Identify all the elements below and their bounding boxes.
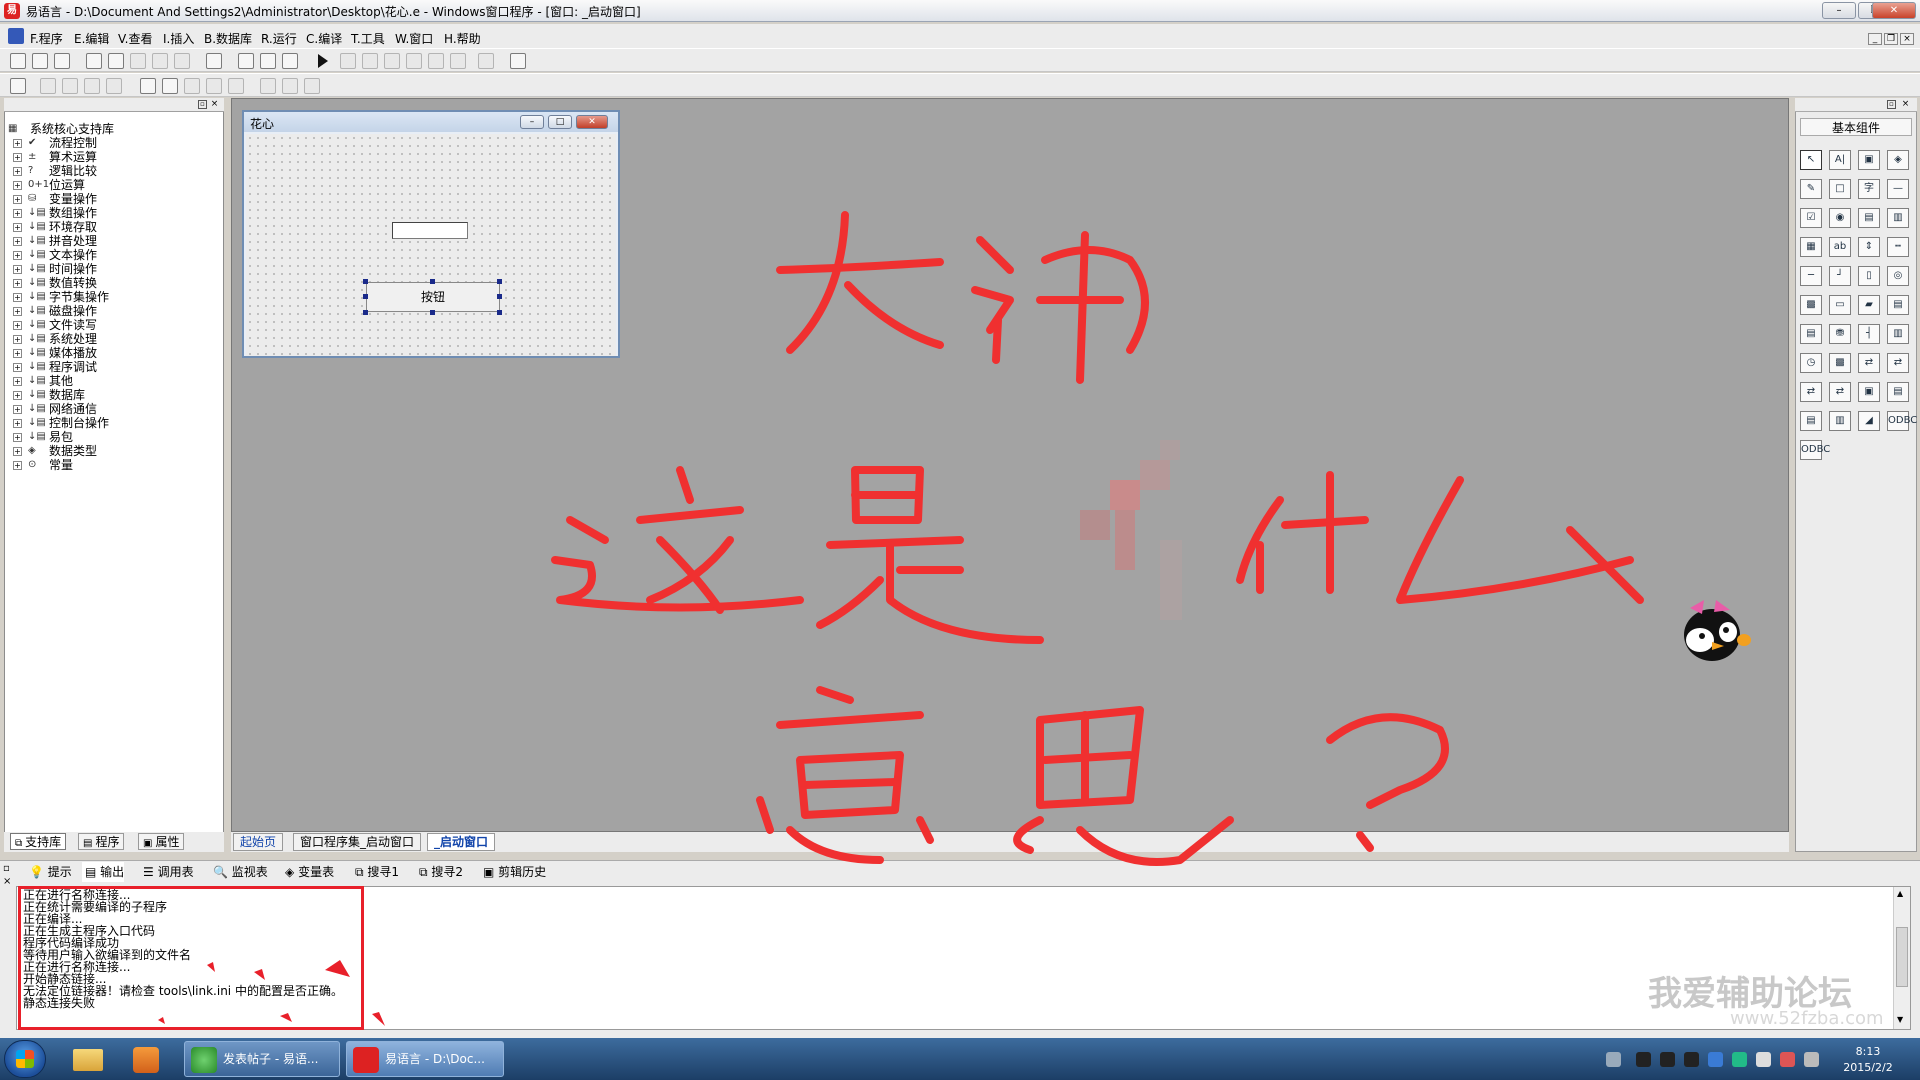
start-button[interactable] — [4, 1040, 46, 1078]
shield-icon[interactable] — [1708, 1052, 1723, 1067]
clock-time: 8:13 — [1855, 1045, 1881, 1058]
taskbar-app-label: 易语言 - D:\Doc... — [385, 1052, 485, 1066]
handwriting-annotation — [158, 211, 1751, 1026]
windows-logo-icon — [16, 1050, 34, 1068]
eyuyan-icon — [353, 1047, 379, 1073]
clock[interactable]: 8:13 2015/2/2 — [1838, 1044, 1898, 1078]
arrow-marks — [158, 960, 385, 1026]
penguin-icon — [1684, 600, 1751, 661]
keyboard-icon[interactable] — [1606, 1052, 1621, 1067]
network-icon[interactable] — [1732, 1052, 1747, 1067]
media-player-icon — [133, 1047, 159, 1073]
pixelated-blur — [1080, 440, 1182, 620]
clock-date: 2015/2/2 — [1843, 1061, 1893, 1074]
explorer-pin[interactable] — [68, 1043, 108, 1075]
folder-icon — [73, 1049, 103, 1071]
volume-icon[interactable] — [1756, 1052, 1771, 1067]
taskbar-app-label: 发表帖子 - 易语... — [223, 1052, 319, 1066]
taskbar-app-eyuyan[interactable]: 易语言 - D:\Doc... — [346, 1041, 504, 1077]
speaker-icon[interactable] — [1804, 1052, 1819, 1067]
browser-icon — [191, 1047, 217, 1073]
qq-tray-icon[interactable] — [1636, 1052, 1651, 1067]
security-tray-icon[interactable] — [1780, 1052, 1795, 1067]
qq-tray-icon[interactable] — [1684, 1052, 1699, 1067]
taskbar-app-browser[interactable]: 发表帖子 - 易语... — [184, 1041, 340, 1077]
media-player-pin[interactable] — [126, 1043, 166, 1075]
qq-tray-icon[interactable] — [1660, 1052, 1675, 1067]
